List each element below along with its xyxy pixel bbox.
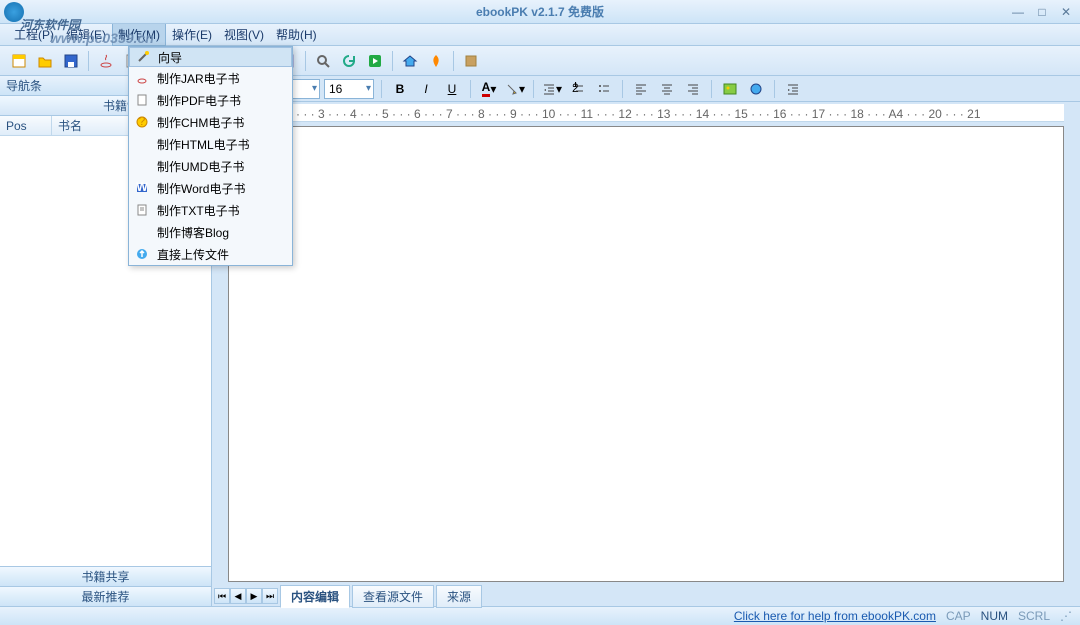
- highlight-button[interactable]: ▾: [504, 78, 526, 100]
- ordered-list-button[interactable]: 12: [567, 78, 589, 100]
- minimize-button[interactable]: —: [1010, 4, 1026, 20]
- menu-operate[interactable]: 操作(E): [166, 23, 218, 46]
- unordered-list-button[interactable]: [593, 78, 615, 100]
- menu-label: 制作UMD电子书: [157, 158, 244, 175]
- tab-content-edit[interactable]: 内容编辑: [280, 585, 350, 608]
- menu-item-upload[interactable]: 直接上传文件: [129, 243, 292, 265]
- tab-origin[interactable]: 来源: [436, 585, 482, 608]
- menu-item-pdf[interactable]: 制作PDF电子书: [129, 89, 292, 111]
- sidebar-share-button[interactable]: 书籍共享: [0, 566, 211, 586]
- menu-label: 制作JAR电子书: [157, 70, 240, 87]
- insert-link-button[interactable]: [745, 78, 767, 100]
- tab-nav-first[interactable]: ⏮: [214, 588, 230, 604]
- menu-label: 制作博客Blog: [157, 224, 229, 241]
- font-size-value: 16: [329, 82, 342, 96]
- bold-button[interactable]: B: [389, 78, 411, 100]
- java-icon[interactable]: [95, 50, 117, 72]
- maximize-button[interactable]: □: [1034, 4, 1050, 20]
- menu-label: 制作TXT电子书: [157, 202, 240, 219]
- tab-nav-last[interactable]: ⏭: [262, 588, 278, 604]
- txt-icon: [133, 201, 151, 219]
- home-icon[interactable]: [399, 50, 421, 72]
- indent-button[interactable]: [782, 78, 804, 100]
- menu-item-wizard[interactable]: 向导: [129, 47, 292, 67]
- align-center-button[interactable]: [656, 78, 678, 100]
- html-icon: [133, 135, 151, 153]
- menu-label: 直接上传文件: [157, 246, 229, 263]
- menu-label: 制作Word电子书: [157, 180, 245, 197]
- chm-icon: ?: [133, 113, 151, 131]
- menu-view[interactable]: 视图(V): [218, 23, 270, 46]
- umd-icon: [133, 157, 151, 175]
- menu-item-blog[interactable]: 制作博客Blog: [129, 221, 292, 243]
- menu-make[interactable]: 制作(M): [112, 23, 166, 46]
- play-icon[interactable]: [364, 50, 386, 72]
- close-button[interactable]: ✕: [1058, 4, 1074, 20]
- window-title: ebookPK v2.1.7 免费版: [476, 3, 604, 20]
- align-left-button[interactable]: [630, 78, 652, 100]
- document-scroll[interactable]: [228, 126, 1064, 582]
- menu-item-html[interactable]: 制作HTML电子书: [129, 133, 292, 155]
- svg-text:?: ?: [139, 115, 146, 128]
- sidebar-latest-button[interactable]: 最新推荐: [0, 586, 211, 606]
- title-bar: ebookPK v2.1.7 免费版 — □ ✕: [0, 0, 1080, 24]
- java-icon: [133, 69, 151, 87]
- app-logo-icon: [4, 2, 24, 22]
- menu-bar: 工程(P) 编辑(E) 制作(M) 操作(E) 视图(V) 帮助(H): [0, 24, 1080, 46]
- word-icon: W: [133, 179, 151, 197]
- refresh-icon[interactable]: [338, 50, 360, 72]
- tab-nav-next[interactable]: ▶: [246, 588, 262, 604]
- help-link[interactable]: Click here for help from ebookPK.com: [734, 609, 936, 623]
- menu-item-chm[interactable]: ? 制作CHM电子书: [129, 111, 292, 133]
- menu-item-word[interactable]: W 制作Word电子书: [129, 177, 292, 199]
- cap-indicator: CAP: [946, 609, 971, 623]
- pdf-icon: [133, 91, 151, 109]
- blog-icon: [133, 223, 151, 241]
- make-dropdown-menu: 向导 制作JAR电子书 制作PDF电子书 ? 制作CHM电子书 制作HTML电子…: [128, 46, 293, 266]
- upload-icon: [133, 245, 151, 263]
- wand-icon: [134, 48, 152, 66]
- menu-label: 制作HTML电子书: [157, 136, 250, 153]
- info-icon[interactable]: [460, 50, 482, 72]
- scrl-indicator: SCRL: [1018, 609, 1050, 623]
- search-icon[interactable]: [312, 50, 334, 72]
- svg-text:2: 2: [572, 82, 579, 95]
- font-color-button[interactable]: A▾: [478, 78, 500, 100]
- new-button[interactable]: [8, 50, 30, 72]
- save-button[interactable]: [60, 50, 82, 72]
- col-pos[interactable]: Pos: [0, 116, 52, 135]
- underline-button[interactable]: U: [441, 78, 463, 100]
- menu-label: 制作PDF电子书: [157, 92, 241, 109]
- fire-icon[interactable]: [425, 50, 447, 72]
- align-right-button[interactable]: [682, 78, 704, 100]
- italic-button[interactable]: I: [415, 78, 437, 100]
- svg-text:W: W: [136, 181, 148, 194]
- num-indicator: NUM: [981, 609, 1008, 623]
- menu-label: 向导: [158, 49, 182, 66]
- editor-area: ▾ 16▾ B I U A▾ ▾ ▾ 12 · · · 1 · · · 2 · …: [212, 76, 1080, 606]
- tab-nav-prev[interactable]: ◀: [230, 588, 246, 604]
- resize-grip-icon[interactable]: ⋰: [1060, 609, 1072, 623]
- insert-image-button[interactable]: [719, 78, 741, 100]
- ruler-marks: · · · 1 · · · 2 · · · 3 · · · 4 · · · 5 …: [232, 107, 981, 121]
- menu-project[interactable]: 工程(P): [8, 23, 60, 46]
- menu-item-umd[interactable]: 制作UMD电子书: [129, 155, 292, 177]
- bottom-tab-bar: ⏮ ◀ ▶ ⏭ 内容编辑 查看源文件 来源: [212, 586, 1080, 606]
- font-size-combo[interactable]: 16▾: [324, 79, 374, 99]
- status-bar: Click here for help from ebookPK.com CAP…: [0, 606, 1080, 625]
- menu-edit[interactable]: 编辑(E): [60, 23, 112, 46]
- document-canvas[interactable]: [228, 126, 1064, 582]
- open-button[interactable]: [34, 50, 56, 72]
- menu-help[interactable]: 帮助(H): [270, 23, 323, 46]
- menu-label: 制作CHM电子书: [157, 114, 244, 131]
- ruler: · · · 1 · · · 2 · · · 3 · · · 4 · · · 5 …: [228, 104, 1064, 122]
- menu-item-jar[interactable]: 制作JAR电子书: [129, 67, 292, 89]
- menu-item-txt[interactable]: 制作TXT电子书: [129, 199, 292, 221]
- format-toolbar: ▾ 16▾ B I U A▾ ▾ ▾ 12: [212, 76, 1080, 102]
- tab-view-source[interactable]: 查看源文件: [352, 585, 434, 608]
- outdent-button[interactable]: ▾: [541, 78, 563, 100]
